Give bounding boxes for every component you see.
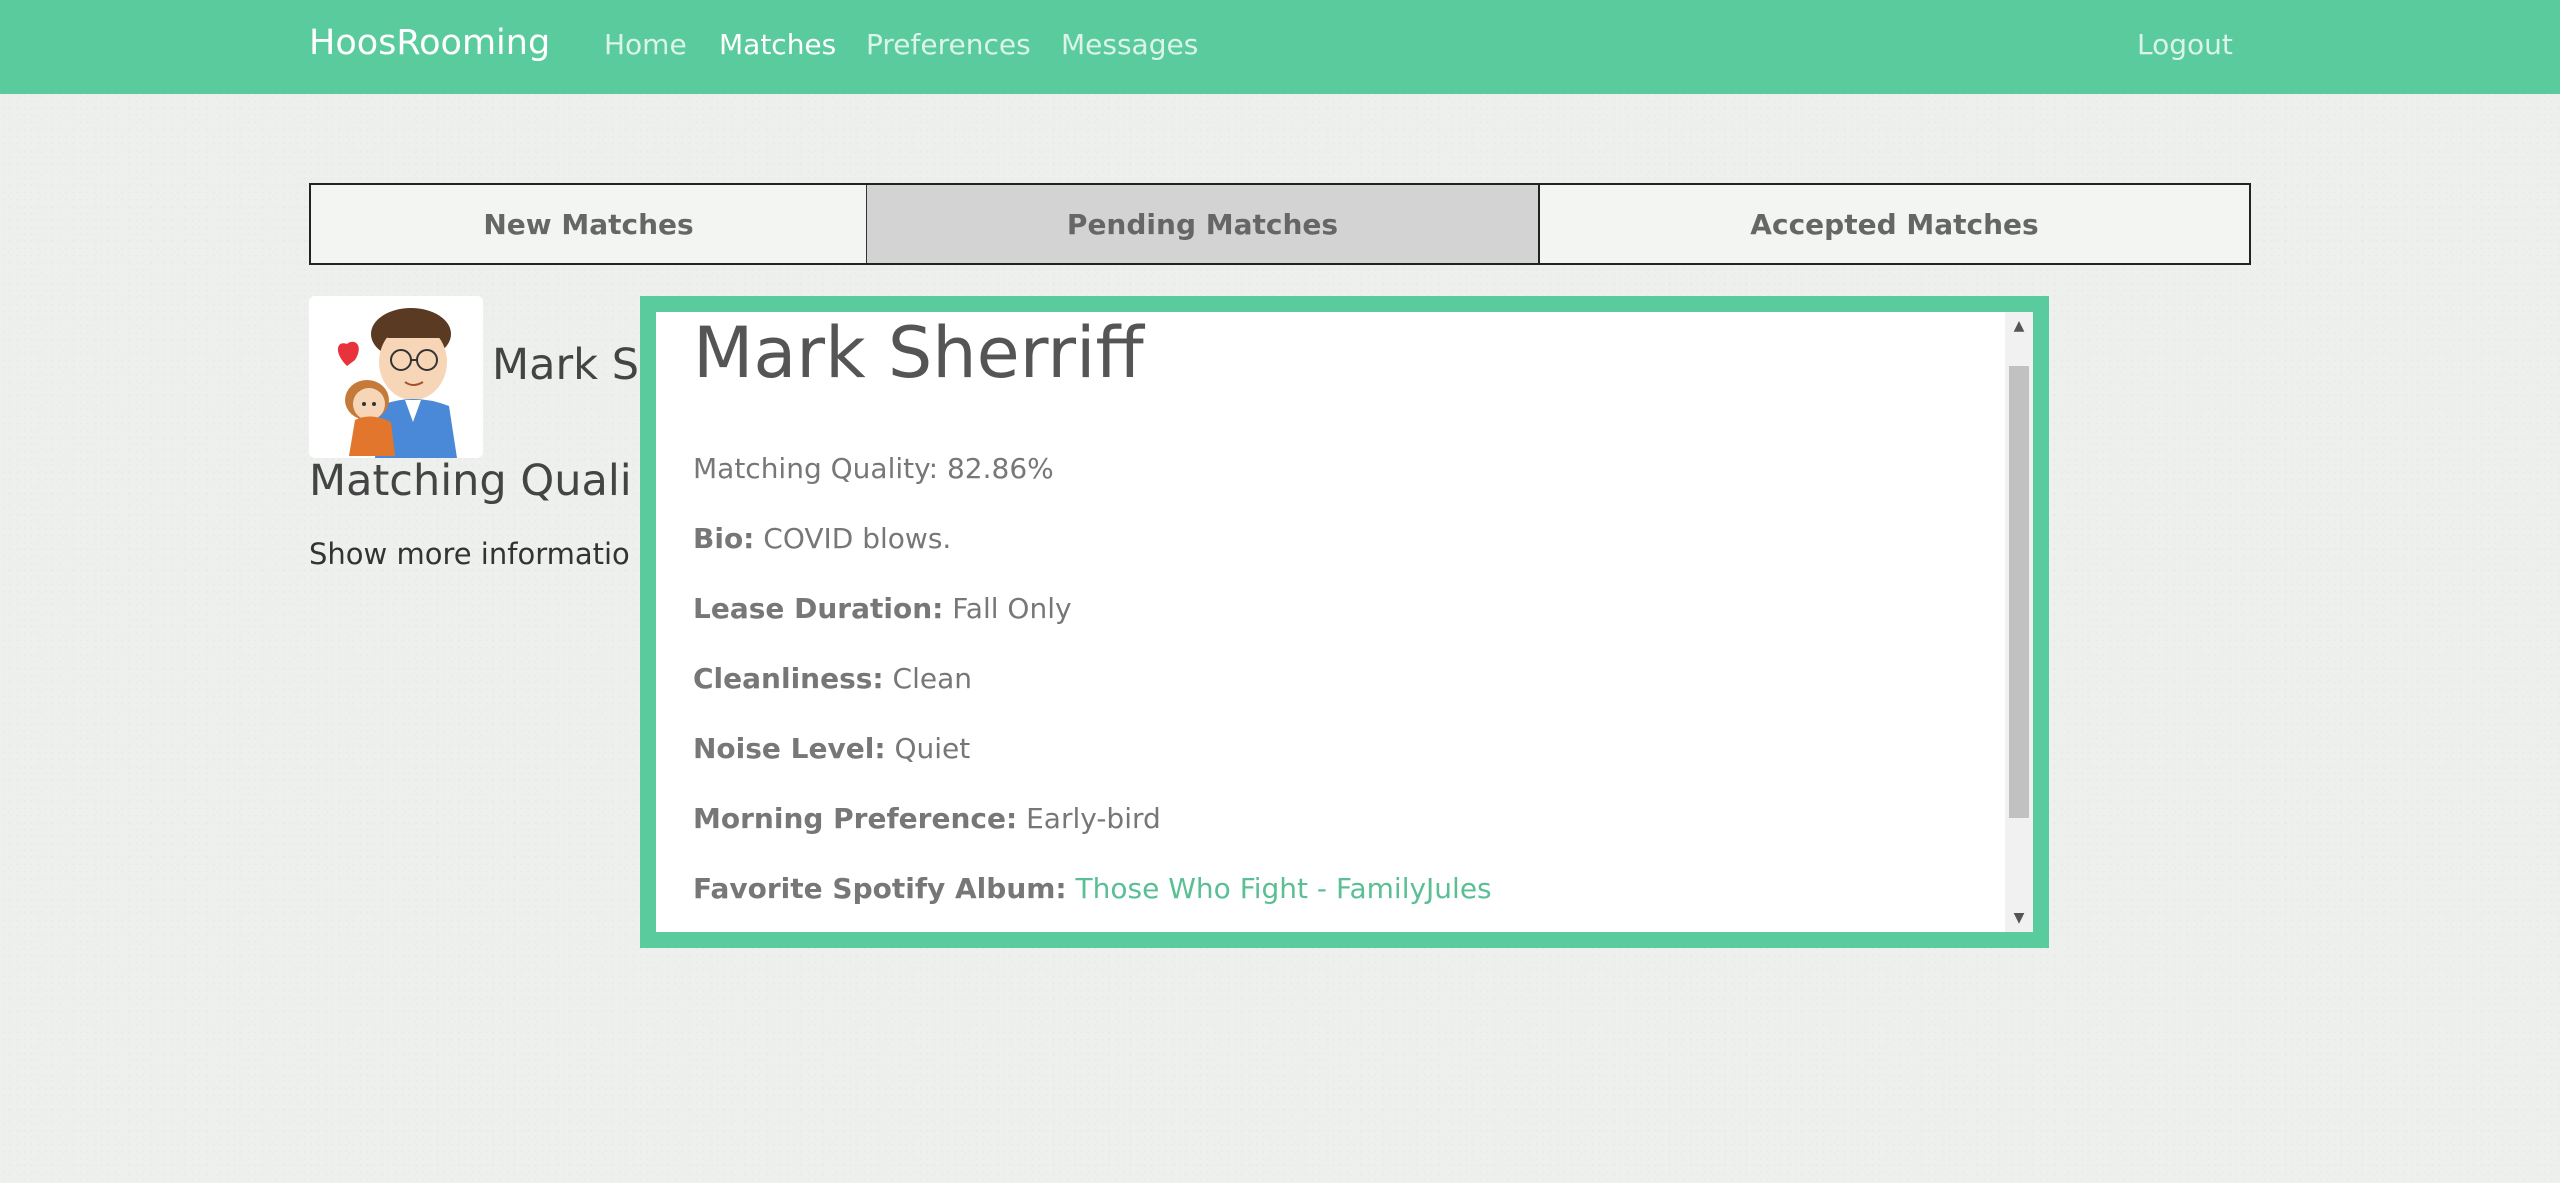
scroll-down-icon[interactable]: ▼ [2005,904,2033,932]
cleanliness-label: Cleanliness: [693,662,884,695]
lease-label: Lease Duration: [693,592,944,625]
noise-label: Noise Level: [693,732,886,765]
nav-logout[interactable]: Logout [2137,28,2233,61]
spotify-album-link[interactable]: Those Who Fight - FamilyJules [1076,872,1492,905]
profile-noise-level: Noise Level: Quiet [693,732,970,765]
morning-value: Early-bird [1026,802,1161,835]
show-more-link[interactable]: Show more informatio [309,537,630,571]
profile-modal: Mark Sherriff Matching Quality: 82.86% B… [640,296,2049,948]
nav-home[interactable]: Home [604,28,687,61]
card-matching-quality: Matching Quali [309,456,632,506]
card-name: Mark S [492,340,639,390]
match-tabs: New Matches Pending Matches Accepted Mat… [309,183,2251,265]
modal-scrollbar[interactable]: ▲ ▼ [2005,312,2033,932]
spotify-label: Favorite Spotify Album: [693,872,1067,905]
nav-messages[interactable]: Messages [1061,28,1198,61]
noise-value: Quiet [894,732,971,765]
profile-spotify-album: Favorite Spotify Album: Those Who Fight … [693,872,1492,905]
bio-label: Bio: [693,522,755,555]
brand-logo[interactable]: HoosRooming [309,23,550,63]
profile-name: Mark Sherriff [693,312,1144,394]
profile-morning-preference: Morning Preference: Early-bird [693,802,1161,835]
nav-matches[interactable]: Matches [719,28,836,61]
top-navbar: HoosRooming Home Matches Preferences Mes… [0,0,2560,94]
tab-new-matches[interactable]: New Matches [311,185,867,263]
lease-value: Fall Only [952,592,1072,625]
profile-cleanliness: Cleanliness: Clean [693,662,972,695]
tab-accepted-matches[interactable]: Accepted Matches [1540,185,2249,263]
scroll-up-icon[interactable]: ▲ [2005,312,2033,340]
scrollbar-thumb[interactable] [2009,366,2029,818]
profile-modal-body: Mark Sherriff Matching Quality: 82.86% B… [656,312,2033,932]
profile-quality: Matching Quality: 82.86% [693,452,1054,485]
avatar [309,296,483,458]
cleanliness-value: Clean [892,662,972,695]
morning-label: Morning Preference: [693,802,1018,835]
profile-bio: Bio: COVID blows. [693,522,951,555]
bio-value: COVID blows. [763,522,952,555]
profile-lease-duration: Lease Duration: Fall Only [693,592,1072,625]
nav-preferences[interactable]: Preferences [866,28,1031,61]
tab-pending-matches[interactable]: Pending Matches [867,185,1540,263]
